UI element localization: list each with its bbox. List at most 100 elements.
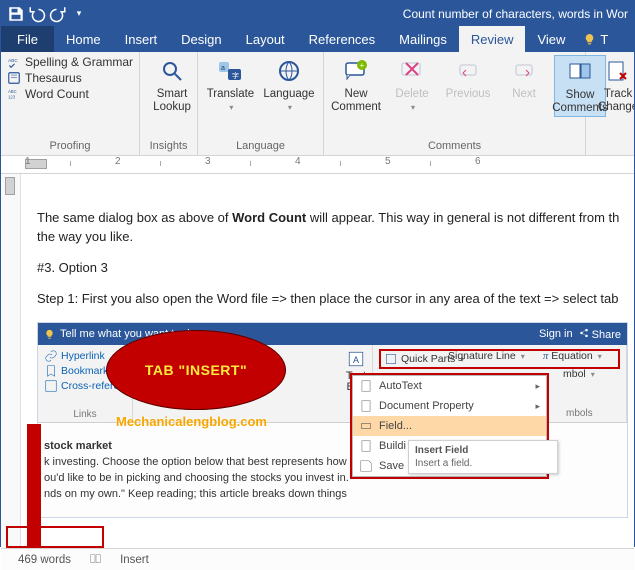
hyperlink-label: Hyperlink <box>61 350 105 362</box>
tooltip-desc: Insert a field. <box>415 458 551 469</box>
svg-text:A: A <box>353 355 359 365</box>
delete-label: Delete <box>395 88 428 100</box>
language-label: Language <box>263 88 314 100</box>
text-run: will appear. This way in general is not … <box>306 210 619 225</box>
tab-review[interactable]: Review <box>459 26 526 52</box>
tab-view[interactable]: View <box>525 26 577 52</box>
translate-button[interactable]: a字 Translate ▾ <box>204 55 257 114</box>
new-comment-label: New Comment <box>331 88 381 113</box>
document-content[interactable]: The same dialog box as above of Word Cou… <box>37 209 626 320</box>
svg-text:+: + <box>360 61 365 70</box>
book-icon <box>7 71 21 85</box>
dropdown-docproperty[interactable]: Document Property▸ <box>353 396 546 416</box>
svg-text:字: 字 <box>232 71 239 80</box>
text-run: The same dialog box as above of <box>37 210 232 225</box>
previous-label: Previous <box>446 88 491 100</box>
vertical-ruler[interactable] <box>1 174 21 548</box>
new-comment-button[interactable]: + New Comment <box>330 55 382 117</box>
share-icon <box>579 328 589 338</box>
tab-mailings[interactable]: Mailings <box>387 26 459 52</box>
globe-icon <box>277 57 301 85</box>
next-label: Next <box>512 88 536 100</box>
tab-layout[interactable]: Layout <box>234 26 297 52</box>
equation-button[interactable]: π Equation▾ <box>543 350 602 362</box>
textbox-icon: A <box>347 349 365 369</box>
text-run: ou'd like to be in picking and choosing … <box>44 471 417 487</box>
ribbon-review: ABC Spelling & Grammar Thesaurus ABC123 … <box>1 52 634 156</box>
dropdown-autotext[interactable]: AutoText▸ <box>353 376 546 396</box>
spelling-label: Spelling & Grammar <box>25 55 133 69</box>
field-icon <box>359 419 373 433</box>
book-open-icon <box>89 552 102 565</box>
tab-design[interactable]: Design <box>169 26 233 52</box>
translate-label: Translate <box>207 88 255 100</box>
paragraph-heading[interactable]: #3. Option 3 <box>37 259 626 278</box>
group-proofing: ABC Spelling & Grammar Thesaurus ABC123 … <box>1 52 140 155</box>
next-comment-button: Next <box>498 55 550 117</box>
group-tracking: Track Change <box>586 52 634 155</box>
group-language: a字 Translate ▾ Language ▾ Language <box>198 52 324 155</box>
quick-access-toolbar: ▾ <box>1 5 88 23</box>
translate-icon: a字 <box>217 57 243 85</box>
tab-home[interactable]: Home <box>54 26 113 52</box>
track-changes-button[interactable]: Track Change <box>592 55 634 115</box>
callout-tab-insert: TAB "INSERT" <box>106 330 286 410</box>
status-wordcount[interactable]: 469 words <box>9 554 80 566</box>
tab-file[interactable]: File <box>1 26 54 52</box>
save-icon[interactable] <box>7 5 25 23</box>
spelling-grammar-button[interactable]: ABC Spelling & Grammar <box>7 55 133 69</box>
svg-text:123: 123 <box>8 95 16 100</box>
group-comments-label: Comments <box>330 138 579 155</box>
dropdown-field[interactable]: Field... <box>353 416 546 436</box>
status-proof-icon[interactable] <box>80 552 111 568</box>
group-insights: Smart Lookup Insights <box>140 52 198 155</box>
tooltip-field: Insert Field Insert a field. <box>408 440 558 474</box>
text-bold: Word Count <box>232 210 306 225</box>
smart-lookup-button[interactable]: Smart Lookup <box>146 55 198 115</box>
text-run: k investing. Choose the option below tha… <box>44 455 417 471</box>
bulb-icon <box>44 329 55 340</box>
text-run: the way you like. <box>37 229 133 244</box>
thesaurus-button[interactable]: Thesaurus <box>7 71 133 85</box>
equation-label: Equation <box>551 350 592 362</box>
share-button[interactable]: Share <box>579 328 621 341</box>
title-bar: ▾ Count number of characters, words in W… <box>1 1 634 26</box>
text-bold: stock market <box>44 439 417 455</box>
previous-icon <box>456 57 480 85</box>
qat-dropdown-icon[interactable]: ▾ <box>70 5 88 23</box>
chevron-down-icon: ▾ <box>229 103 233 112</box>
tab-insert[interactable]: Insert <box>113 26 170 52</box>
bookmark-icon <box>44 364 58 378</box>
previous-comment-button: Previous <box>442 55 494 117</box>
paragraph[interactable]: The same dialog box as above of Word Cou… <box>37 209 626 247</box>
bookmark-label: Bookmark <box>61 365 108 377</box>
delete-comment-button: Delete ▾ <box>386 55 438 117</box>
redo-icon[interactable] <box>49 5 67 23</box>
track-changes-icon <box>606 57 630 85</box>
check-abc-icon: ABC <box>7 55 21 69</box>
tell-me[interactable]: T <box>577 26 608 52</box>
signature-line-button[interactable]: Signature Line▾ <box>448 350 525 362</box>
group-insights-label: Insights <box>146 138 191 155</box>
ruler-marks: 1 2 3 4 5 6 <box>25 156 565 167</box>
embedded-doc-text: stock market k investing. Choose the opt… <box>44 439 417 503</box>
field-label: Field... <box>379 420 412 432</box>
watermark: Mechanicalengblog.com <box>116 414 267 429</box>
symbol-button-partial[interactable]: mbol▾ <box>563 368 595 380</box>
signin-link[interactable]: Sign in <box>539 328 573 340</box>
tab-references[interactable]: References <box>297 26 387 52</box>
symbol-label: mbol <box>563 368 586 380</box>
word-count-button[interactable]: ABC123 Word Count <box>7 87 133 101</box>
language-button[interactable]: Language ▾ <box>261 55 317 114</box>
wordcount-icon: ABC123 <box>7 87 21 101</box>
docprop-icon <box>359 399 373 413</box>
embedded-title-bar: Tell me what you want to do... Sign in S… <box>38 323 627 345</box>
document-area[interactable]: The same dialog box as above of Word Cou… <box>1 174 634 548</box>
status-mode[interactable]: Insert <box>111 554 158 566</box>
horizontal-ruler[interactable]: 1 2 3 4 5 6 <box>1 156 634 174</box>
group-tracking-label <box>592 150 628 155</box>
paragraph[interactable]: Step 1: First you also open the Word fil… <box>37 290 626 309</box>
delete-icon <box>400 57 424 85</box>
track-changes-label: Track Change <box>598 88 634 113</box>
undo-icon[interactable] <box>28 5 46 23</box>
